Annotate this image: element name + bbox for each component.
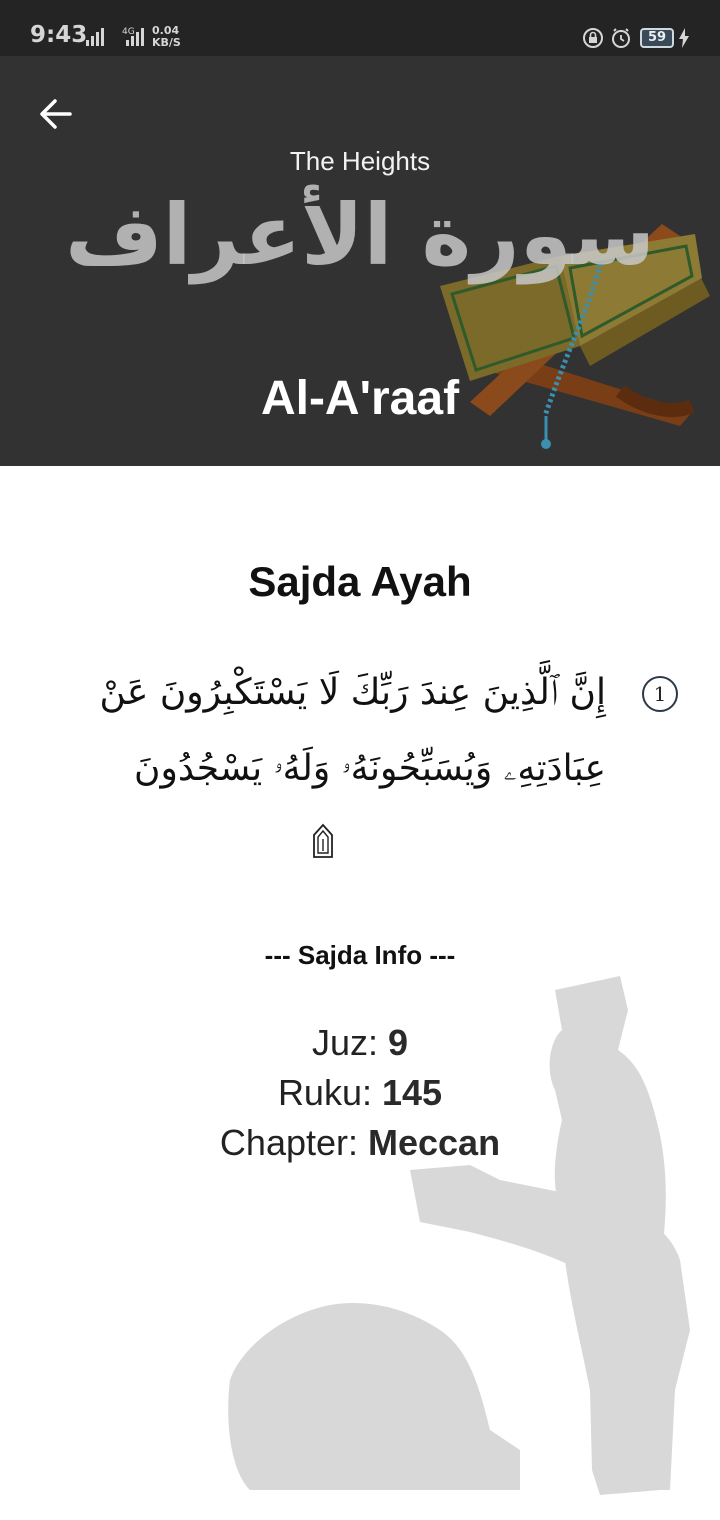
- surah-arabic-name: سورة الأعراف: [65, 186, 655, 284]
- alarm-icon: [612, 28, 630, 48]
- ruku-info: Ruku: 145: [0, 1072, 720, 1114]
- status-bar: 9:43 4G 0.04 KB/S 59: [0, 0, 720, 56]
- chapter-info: Chapter: Meccan: [0, 1122, 720, 1164]
- surah-english-name: Al-A'raaf: [260, 372, 460, 425]
- battery-indicator: 59: [640, 28, 674, 48]
- rotation-lock-icon: [583, 28, 603, 48]
- ayah-arabic-text: إِنَّ ٱلَّذِينَ عِندَ رَبِّكَ لَا يَسْتَ…: [99, 672, 606, 789]
- ayah-number-badge: 1: [642, 676, 678, 712]
- network-speed: 0.04 KB/S: [152, 25, 181, 49]
- status-time: 9:43: [30, 22, 88, 48]
- surah-header: The Heights سورة الأعراف Al-A'raaf: [0, 56, 720, 466]
- status-icons: [583, 28, 630, 48]
- ayah-row: 1 إِنَّ ٱلَّذِينَ عِندَ رَبِّكَ لَا يَسْ…: [40, 655, 680, 865]
- juz-info: Juz: 9: [0, 1022, 720, 1064]
- sajda-mark-icon: [313, 823, 333, 858]
- section-title: Sajda Ayah: [248, 558, 472, 605]
- network-speed-unit: KB/S: [152, 36, 181, 49]
- network-type-label: 4G: [122, 27, 135, 37]
- surah-translation-title: The Heights: [289, 146, 431, 176]
- juz-label: Juz:: [311, 1022, 388, 1063]
- ruku-label: Ruku:: [277, 1072, 382, 1113]
- chapter-value: Meccan: [368, 1122, 501, 1163]
- juz-value: 9: [388, 1022, 409, 1063]
- back-arrow-icon[interactable]: [34, 92, 78, 136]
- signal-strength-icon: 4G: [86, 27, 144, 46]
- sajda-info-heading: --- Sajda Info ---: [264, 940, 456, 970]
- charging-icon: [679, 28, 689, 48]
- ruku-value: 145: [381, 1072, 443, 1113]
- chapter-label: Chapter:: [219, 1122, 368, 1163]
